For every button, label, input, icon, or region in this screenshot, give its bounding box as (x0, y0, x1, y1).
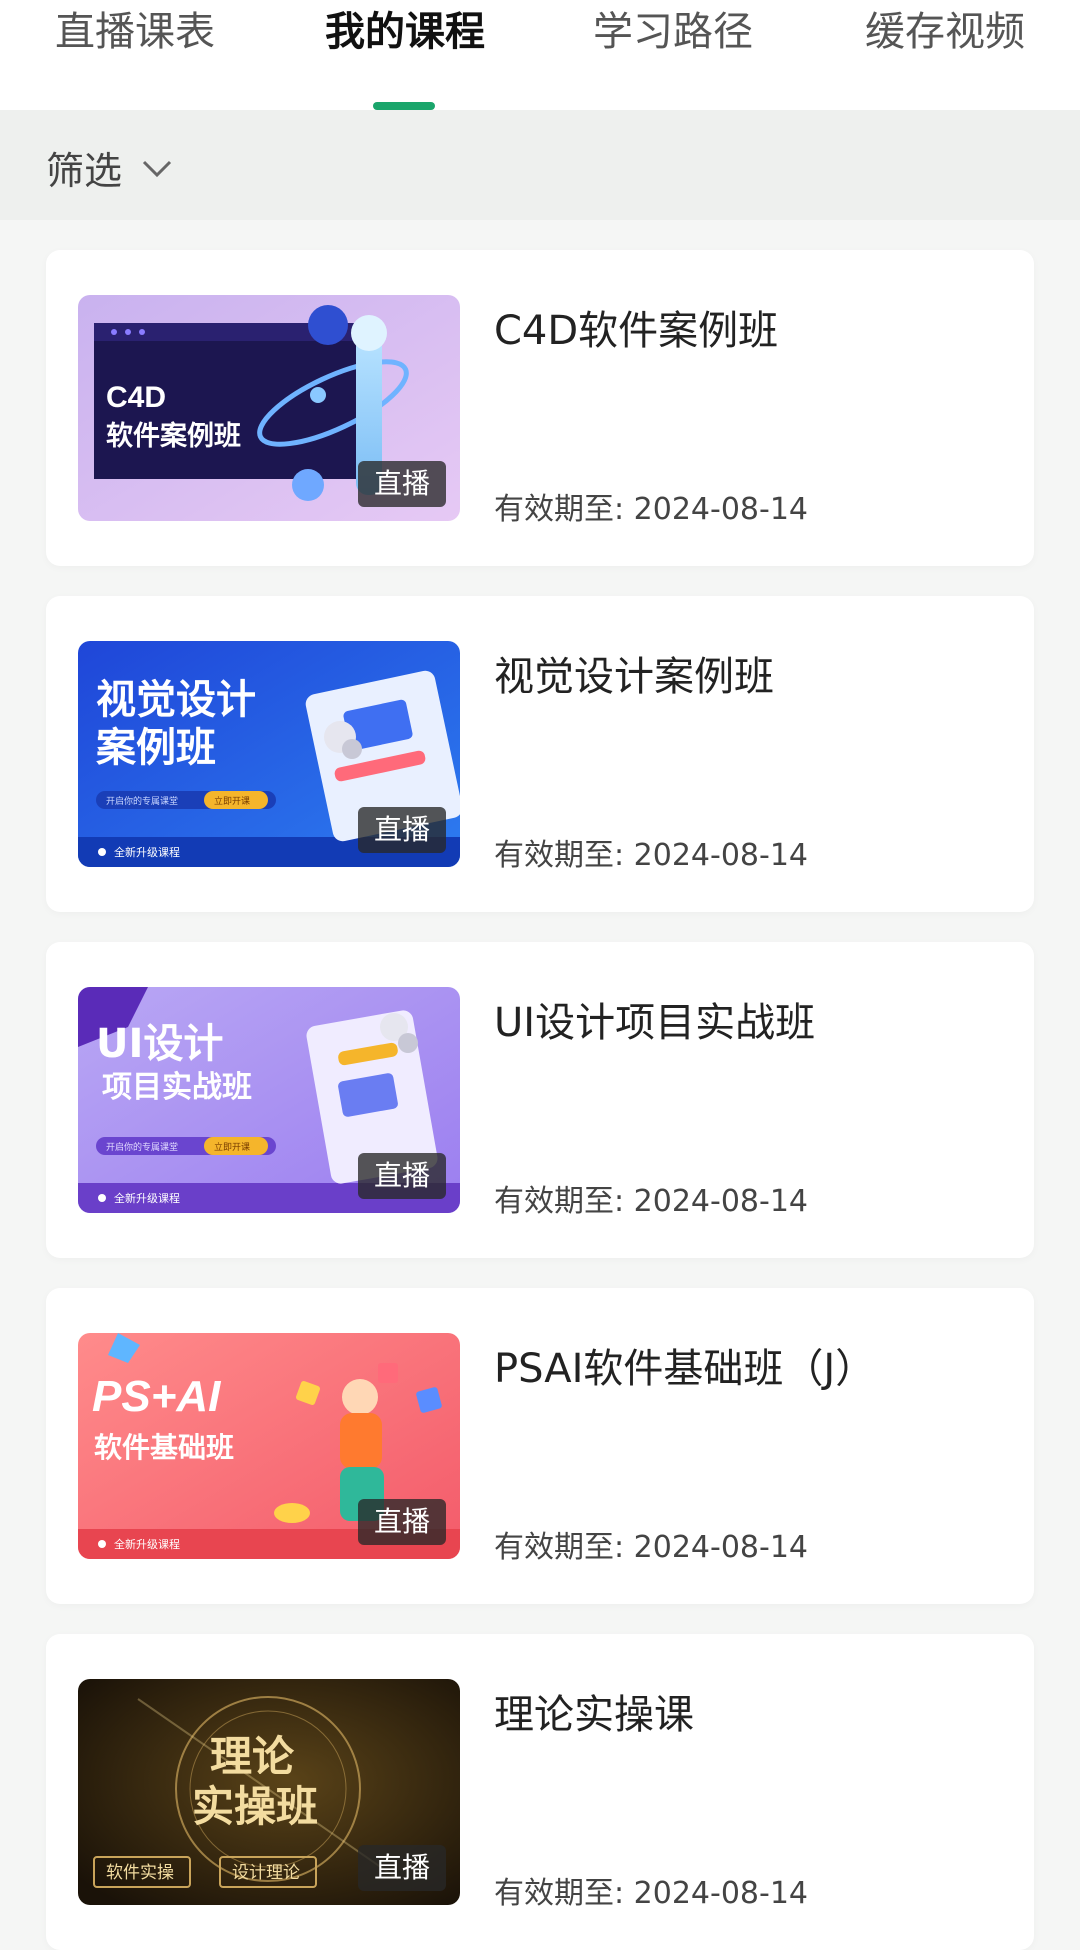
thumb-tag: 软件实操 (106, 1863, 174, 1883)
tab-learning-path[interactable]: 学习路径 (578, 0, 768, 110)
thumb-title-line: 项目实战班 (102, 1070, 252, 1105)
expiry-date: 2024-08-14 (633, 1876, 809, 1911)
thumb-title-line: 案例班 (96, 725, 216, 771)
tab-label: 我的课程 (325, 9, 485, 55)
live-badge: 直播 (358, 461, 446, 507)
live-badge: 直播 (358, 1499, 446, 1545)
course-thumbnail: 理论 实操班 软件实操 设计理论 直播 (78, 1679, 460, 1905)
thumb-title-line: 软件基础班 (94, 1431, 234, 1464)
expiry-text: 有效期至: 2024-08-14 (494, 1176, 808, 1220)
thumb-footer: 全新升级课程 (114, 845, 180, 859)
expiry-label: 有效期至: (494, 1184, 625, 1219)
thumb-footer: 全新升级课程 (114, 1191, 180, 1205)
filter-label: 筛选 (46, 149, 123, 193)
course-thumbnail: C4D 软件案例班 直播 (78, 295, 460, 521)
expiry-date: 2024-08-14 (633, 838, 809, 873)
thumb-pill: 立即开课 (214, 1141, 250, 1153)
expiry-date: 2024-08-14 (633, 492, 809, 527)
live-badge: 直播 (358, 1845, 446, 1891)
thumb-title-line: PS+AI (92, 1372, 221, 1421)
tab-my-courses[interactable]: 我的课程 (310, 0, 500, 110)
course-title: PSAI软件基础班（J） (494, 1346, 876, 1392)
thumb-title-line: UI设计 (96, 1021, 223, 1067)
chevron-down-icon (142, 160, 172, 177)
filter-bar: 筛选 (0, 110, 1080, 220)
expiry-label: 有效期至: (494, 1876, 625, 1911)
course-card[interactable]: UI设计 项目实战班 开启你的专属课堂 立即开课 全新升级课程 直播 UI设计项… (46, 942, 1034, 1258)
thumb-subtitle: 开启你的专属课堂 (106, 795, 178, 807)
course-thumbnail: UI设计 项目实战班 开启你的专属课堂 立即开课 全新升级课程 直播 (78, 987, 460, 1213)
expiry-label: 有效期至: (494, 1530, 625, 1565)
thumb-title-line: 软件案例班 (106, 420, 241, 452)
thumb-title-line: 视觉设计 (96, 677, 256, 723)
live-badge: 直播 (358, 807, 446, 853)
tab-label: 学习路径 (593, 9, 753, 55)
course-card[interactable]: 理论 实操班 软件实操 设计理论 直播 理论实操课 有效期至: 2024-08-… (46, 1634, 1034, 1950)
thumb-title-line: 实操班 (192, 1782, 318, 1831)
course-card[interactable]: 视觉设计 案例班 开启你的专属课堂 立即开课 全新升级课程 直播 视觉设计案例班… (46, 596, 1034, 912)
expiry-date: 2024-08-14 (633, 1184, 809, 1219)
course-title: UI设计项目实战班 (494, 1000, 816, 1046)
tab-cached-videos[interactable]: 缓存视频 (850, 0, 1040, 110)
filter-dropdown[interactable]: 筛选 (46, 140, 174, 195)
course-card[interactable]: PS+AI 软件基础班 全新升级课程 直播 PSAI软件基础班（J） 有效期至:… (46, 1288, 1034, 1604)
expiry-text: 有效期至: 2024-08-14 (494, 1868, 808, 1912)
expiry-text: 有效期至: 2024-08-14 (494, 484, 808, 528)
thumb-tag: 设计理论 (232, 1863, 300, 1883)
thumb-pill: 立即开课 (214, 795, 250, 807)
course-title: 理论实操课 (494, 1692, 694, 1738)
thumb-title-line: C4D (106, 381, 166, 414)
tab-live-schedule[interactable]: 直播课表 (40, 0, 230, 110)
expiry-text: 有效期至: 2024-08-14 (494, 830, 808, 874)
tab-label: 缓存视频 (865, 9, 1025, 55)
live-badge: 直播 (358, 1153, 446, 1199)
active-tab-indicator (373, 102, 435, 110)
expiry-label: 有效期至: (494, 838, 625, 873)
top-tab-bar: 直播课表 我的课程 学习路径 缓存视频 (0, 0, 1080, 110)
expiry-text: 有效期至: 2024-08-14 (494, 1522, 808, 1566)
course-thumbnail: PS+AI 软件基础班 全新升级课程 直播 (78, 1333, 460, 1559)
course-title: C4D软件案例班 (494, 308, 779, 354)
course-card[interactable]: C4D 软件案例班 直播 C4D软件案例班 有效期至: 2024-08-14 (46, 250, 1034, 566)
thumb-title-line: 理论 (210, 1732, 295, 1781)
expiry-date: 2024-08-14 (633, 1530, 809, 1565)
tab-label: 直播课表 (55, 9, 215, 55)
thumb-footer: 全新升级课程 (114, 1537, 180, 1551)
course-thumbnail: 视觉设计 案例班 开启你的专属课堂 立即开课 全新升级课程 直播 (78, 641, 460, 867)
expiry-label: 有效期至: (494, 492, 625, 527)
thumb-subtitle: 开启你的专属课堂 (106, 1141, 178, 1153)
course-title: 视觉设计案例班 (494, 654, 774, 700)
